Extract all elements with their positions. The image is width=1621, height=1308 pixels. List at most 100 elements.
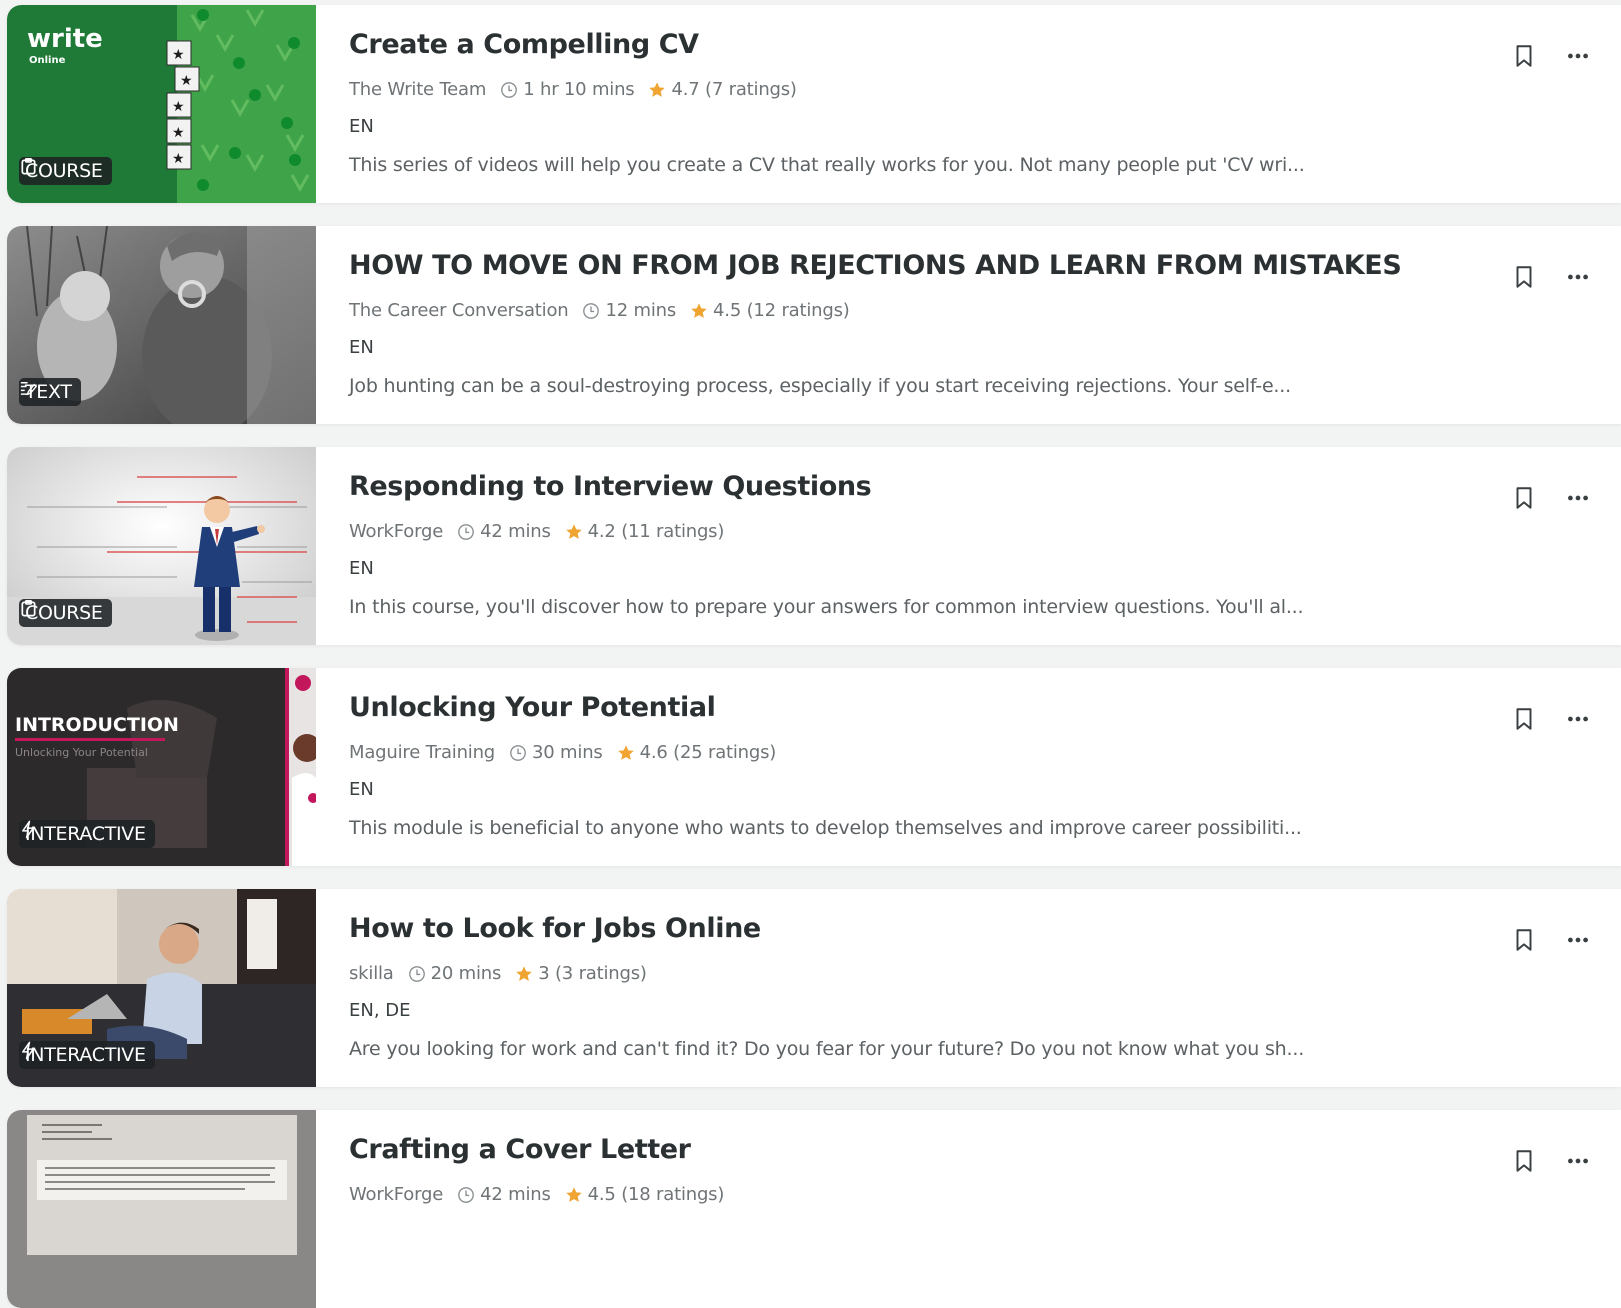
rating: 4.5 (12 ratings): [713, 300, 850, 321]
rating: 4.7 (7 ratings): [671, 79, 797, 100]
bookmark-icon: [1516, 45, 1532, 67]
clock-icon: [583, 302, 600, 319]
bookmark-button[interactable]: [1511, 706, 1537, 732]
bookmark-button[interactable]: [1511, 927, 1537, 953]
description: This series of videos will help you crea…: [349, 154, 1305, 176]
learning-card[interactable]: INTERACTIVE How to Look for Jobs Online …: [7, 889, 1621, 1087]
rating: 4.5 (18 ratings): [587, 1184, 725, 1205]
svg-text:★: ★: [172, 99, 185, 115]
card-meta: The Career Conversation 12 mins 4.5 (12 …: [349, 300, 850, 321]
more-options-icon: [1568, 1158, 1588, 1164]
clock-icon: [408, 965, 425, 982]
text-edit-icon: [20, 381, 38, 396]
content-type-badge: TEXT: [19, 378, 81, 406]
languages: EN: [349, 337, 374, 358]
star-icon: [691, 302, 707, 318]
languages: EN: [349, 116, 374, 137]
learning-card[interactable]: ★ ★ ★ ★ ★ write Online COURSE Create a Comp…: [7, 5, 1621, 203]
card-title[interactable]: Crafting a Cover Letter: [349, 1134, 691, 1165]
thumbnail[interactable]: COURSE: [7, 447, 316, 645]
more-options-button[interactable]: [1565, 485, 1591, 511]
more-options-button[interactable]: [1565, 1148, 1591, 1174]
content-type-badge: INTERACTIVE: [19, 820, 155, 848]
learning-card[interactable]: COURSE Responding to Interview Questions…: [7, 447, 1621, 645]
provider[interactable]: skilla: [349, 963, 394, 984]
thumbnail-image: [7, 1110, 316, 1308]
clock-icon: [510, 744, 526, 761]
more-options-icon: [1568, 274, 1588, 280]
star-icon: [617, 744, 634, 760]
thumb-logo-sub: Online: [29, 55, 66, 66]
learning-card[interactable]: INTRODUCTION Unlocking Your Potential IN…: [7, 668, 1621, 866]
svg-text:★: ★: [172, 47, 185, 63]
thumbnail[interactable]: TEXT: [7, 226, 316, 424]
bookmark-icon: [1516, 487, 1532, 509]
duration: 42 mins: [480, 521, 551, 542]
description: Are you looking for work and can't find …: [349, 1038, 1305, 1060]
card-meta: skilla 20 mins 3 (3 ratings): [349, 963, 647, 984]
duration: 42 mins: [480, 1184, 551, 1205]
content-type-badge: COURSE: [19, 157, 112, 185]
description: In this course, you'll discover how to p…: [349, 596, 1304, 618]
bookmark-icon: [1516, 708, 1532, 730]
more-options-button[interactable]: [1565, 927, 1591, 953]
thumbnail[interactable]: INTERACTIVE: [7, 889, 316, 1087]
content-type-badge: INTERACTIVE: [19, 1041, 155, 1069]
thumb-subheading: Unlocking Your Potential: [15, 746, 148, 759]
bookmark-button[interactable]: [1511, 264, 1537, 290]
more-options-icon: [1568, 495, 1588, 501]
provider[interactable]: WorkForge: [349, 1184, 443, 1205]
clock-icon: [458, 523, 474, 540]
card-meta: WorkForge 42 mins 4.5 (18 ratings): [349, 1184, 724, 1205]
duration: 12 mins: [605, 300, 677, 321]
bookmark-icon: [1516, 1150, 1532, 1172]
more-options-button[interactable]: [1565, 43, 1591, 69]
more-options-button[interactable]: [1565, 706, 1591, 732]
clock-icon: [501, 81, 518, 98]
svg-text:★: ★: [172, 125, 185, 141]
thumbnail[interactable]: [7, 1110, 316, 1308]
card-title[interactable]: HOW TO MOVE ON FROM JOB REJECTIONS AND L…: [349, 250, 1402, 281]
provider[interactable]: The Write Team: [349, 79, 486, 100]
badge-label: INTERACTIVE: [25, 823, 146, 845]
rating: 3 (3 ratings): [538, 963, 647, 984]
duration: 20 mins: [430, 963, 502, 984]
rating: 4.2 (11 ratings): [587, 521, 725, 542]
svg-text:★: ★: [172, 151, 185, 167]
svg-text:★: ★: [180, 73, 193, 89]
bookmark-button[interactable]: [1511, 1148, 1537, 1174]
clipboard-icon: [21, 157, 36, 175]
duration: 30 mins: [532, 742, 603, 763]
provider[interactable]: The Career Conversation: [349, 300, 569, 321]
more-options-button[interactable]: [1565, 264, 1591, 290]
bookmark-icon: [1516, 266, 1532, 288]
thumb-heading: INTRODUCTION: [15, 714, 179, 736]
duration: 1 hr 10 mins: [523, 79, 635, 100]
card-meta: The Write Team 1 hr 10 mins 4.7 (7 ratin…: [349, 79, 797, 100]
card-title[interactable]: Responding to Interview Questions: [349, 471, 872, 502]
lightning-icon: [22, 1041, 35, 1060]
languages: EN: [349, 558, 374, 579]
card-title[interactable]: Create a Compelling CV: [349, 29, 699, 60]
badge-label: INTERACTIVE: [25, 1044, 146, 1066]
languages: EN: [349, 779, 374, 800]
more-options-icon: [1568, 937, 1588, 943]
bookmark-button[interactable]: [1511, 43, 1537, 69]
star-icon: [565, 1186, 582, 1202]
card-meta: Maguire Training 30 mins 4.6 (25 ratings…: [349, 742, 776, 763]
learning-card[interactable]: Crafting a Cover Letter WorkForge 42 min…: [7, 1110, 1621, 1308]
learning-item-list: ★ ★ ★ ★ ★ write Online COURSE Create a Comp…: [0, 0, 1621, 1308]
star-icon: [649, 81, 666, 97]
provider[interactable]: WorkForge: [349, 521, 443, 542]
provider[interactable]: Maguire Training: [349, 742, 495, 763]
rating: 4.6 (25 ratings): [639, 742, 777, 763]
card-title[interactable]: How to Look for Jobs Online: [349, 913, 761, 944]
star-icon: [516, 965, 532, 981]
clipboard-icon: [21, 599, 36, 617]
card-title[interactable]: Unlocking Your Potential: [349, 692, 716, 723]
thumbnail[interactable]: ★ ★ ★ ★ ★ write Online COURSE: [7, 5, 316, 203]
learning-card[interactable]: TEXT HOW TO MOVE ON FROM JOB REJECTIONS …: [7, 226, 1621, 424]
bookmark-button[interactable]: [1511, 485, 1537, 511]
star-icon: [565, 523, 582, 539]
thumbnail[interactable]: INTRODUCTION Unlocking Your Potential IN…: [7, 668, 316, 866]
